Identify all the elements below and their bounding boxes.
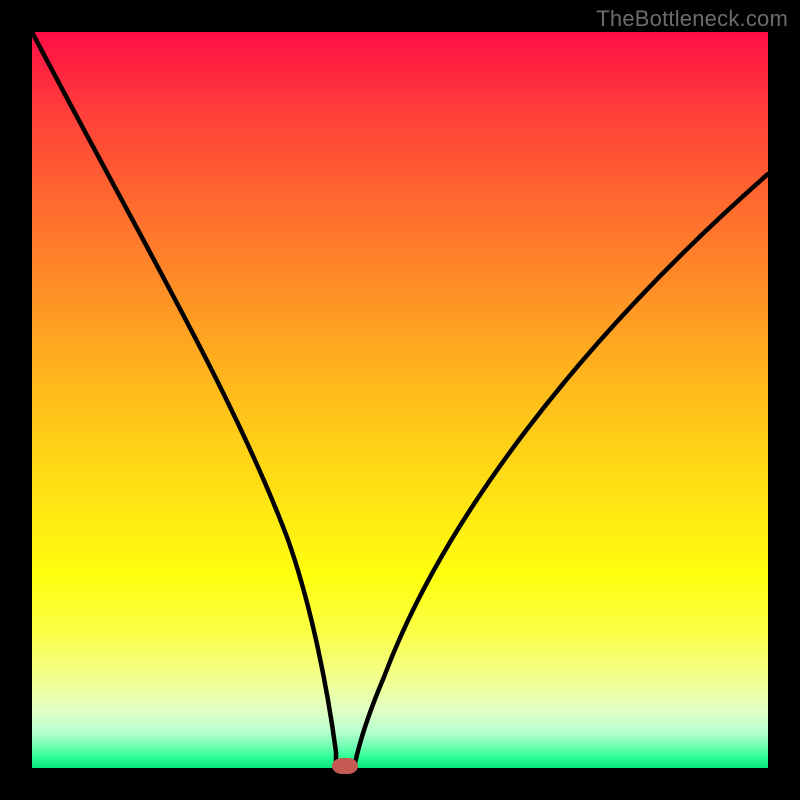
chart-frame: TheBottleneck.com [0,0,800,800]
optimum-marker [332,758,358,774]
bottleneck-curve [32,32,768,768]
watermark-text: TheBottleneck.com [596,6,788,32]
plot-area [32,32,768,768]
